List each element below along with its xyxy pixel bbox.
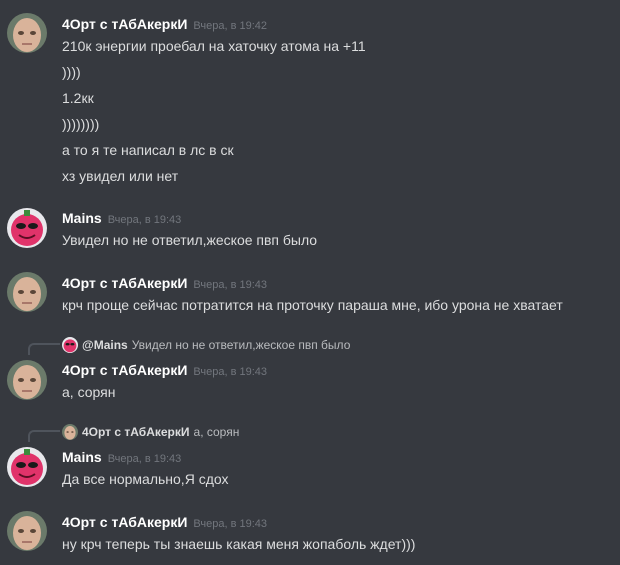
avatar-mains-mini (62, 337, 78, 353)
author-name[interactable]: Mains Вчера, в 19:43 (62, 210, 181, 226)
avatar-orto-mini (62, 424, 78, 440)
message-text: )))))))) (62, 116, 100, 132)
author-name[interactable]: 4Орт с тАбАкеркИ Вчера, в 19:43 (62, 362, 267, 378)
timestamp: Вчера, в 19:43 (193, 279, 268, 291)
message-text: 1.2кк (62, 90, 94, 106)
timestamp: Вчера, в 19:43 (107, 453, 182, 465)
avatar-orto[interactable] (7, 360, 47, 400)
message-text: ну крч теперь ты знаешь какая меня жопаб… (62, 536, 416, 552)
message-text: а, сорян (62, 384, 116, 400)
timestamp: Вчера, в 19:42 (193, 20, 268, 32)
message-text: а то я те написал в лс в ск (62, 142, 234, 158)
timestamp: Вчера, в 19:43 (193, 366, 268, 378)
reply-author: 4Орт с тАбАкеркИ (82, 425, 190, 439)
author-name[interactable]: Mains Вчера, в 19:43 (62, 449, 181, 465)
author-name[interactable]: 4Орт с тАбАкеркИ Вчера, в 19:43 (62, 275, 267, 291)
message-text: )))) (62, 64, 81, 80)
reply-preview[interactable]: @Mains Увидел но не ответил,жеское пвп б… (62, 337, 350, 353)
author-name[interactable]: 4Орт с тАбАкеркИ Вчера, в 19:42 (62, 16, 267, 32)
avatar-orto[interactable] (7, 272, 47, 312)
avatar-orto[interactable] (7, 13, 47, 53)
author-name[interactable]: 4Орт с тАбАкеркИ Вчера, в 19:43 (62, 514, 267, 530)
avatar-mains[interactable] (7, 447, 47, 487)
avatar-mains[interactable] (7, 208, 47, 248)
reply-text: Увидел но не ответил,жеское пвп было (131, 338, 351, 352)
message-text: хз увидел или нет (62, 168, 179, 184)
message-text: Да все нормально,Я сдох (62, 471, 229, 487)
reply-spine (28, 343, 60, 355)
message-text: Увидел но не ответил,жеское пвп было (62, 232, 318, 248)
reply-spine (28, 430, 60, 442)
timestamp: Вчера, в 19:43 (193, 518, 268, 530)
message-text: 210к энергии проебал на хаточку атома на… (62, 38, 366, 54)
timestamp: Вчера, в 19:43 (107, 214, 182, 226)
reply-author: @Mains (82, 338, 128, 352)
message-text: крч проще сейчас потратится на проточку … (62, 297, 563, 313)
reply-text: а, сорян (193, 425, 240, 439)
avatar-orto[interactable] (7, 511, 47, 551)
reply-preview[interactable]: 4Орт с тАбАкеркИ а, сорян (62, 424, 239, 440)
